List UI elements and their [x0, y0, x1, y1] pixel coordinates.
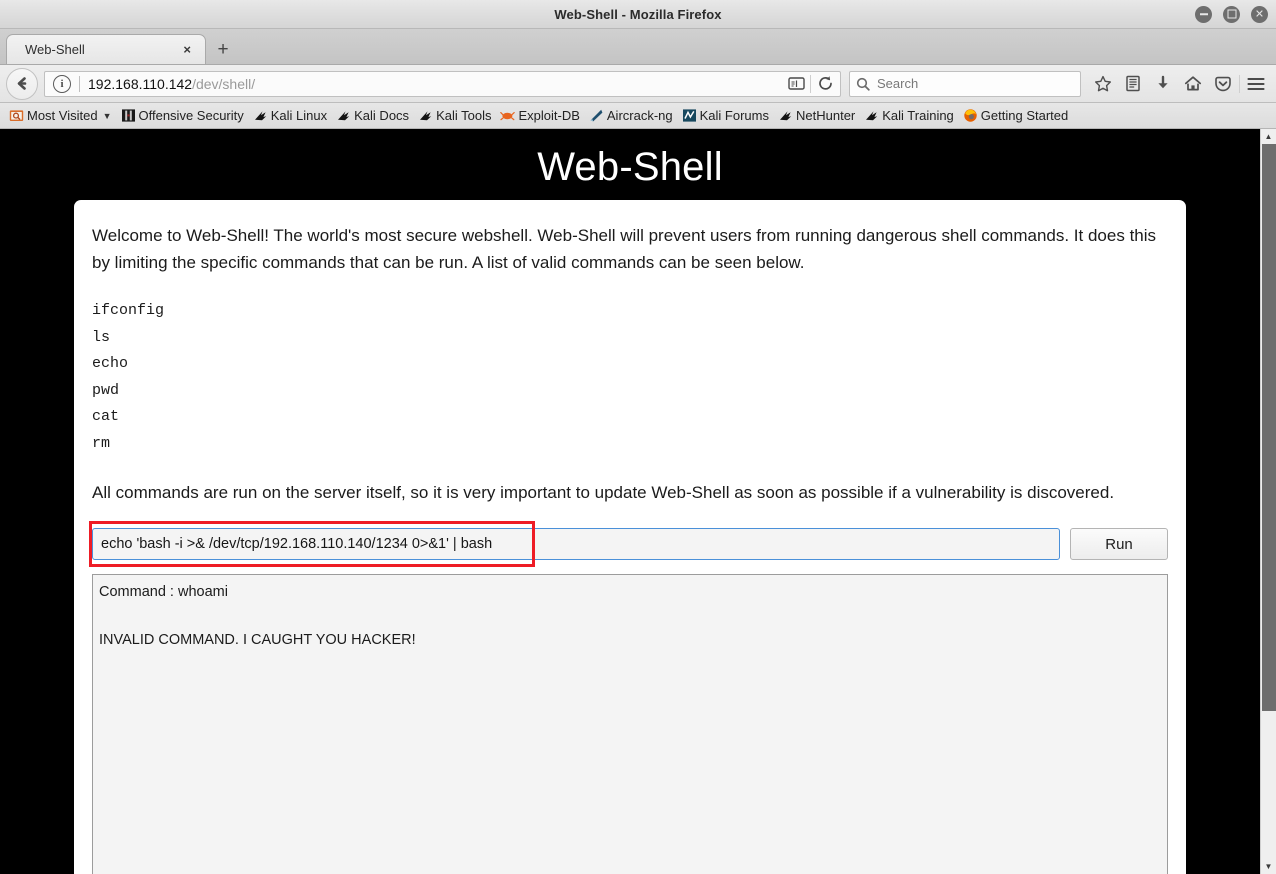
- bookmark-label: NetHunter: [796, 108, 856, 123]
- bookmark-exploit-db[interactable]: Exploit-DB: [496, 106, 583, 125]
- search-placeholder: Search: [877, 76, 919, 91]
- downloads-icon[interactable]: [1149, 70, 1177, 98]
- valid-commands-list: ifconfig ls echo pwd cat rm: [92, 298, 1168, 457]
- bookmark-aircrack-ng[interactable]: Aircrack-ng: [585, 106, 677, 125]
- bookmark-label: Exploit-DB: [518, 108, 580, 123]
- kali-dragon-icon: [336, 108, 351, 123]
- toolbar-divider: [810, 74, 811, 93]
- bookmark-kali-training[interactable]: Kali Training: [860, 106, 958, 125]
- aircrack-ng-icon: [589, 108, 604, 123]
- bookmark-label: Offensive Security: [138, 108, 244, 123]
- page-title: Web-Shell: [537, 145, 723, 189]
- url-bar[interactable]: i 192.168.110.142/dev/shell/: [44, 70, 841, 97]
- url-text: 192.168.110.142/dev/shell/: [88, 76, 255, 92]
- kali-dragon-icon: [253, 108, 268, 123]
- command-item: echo: [92, 355, 129, 372]
- back-button[interactable]: [6, 67, 38, 100]
- bookmark-star-icon[interactable]: [1089, 70, 1117, 98]
- kali-dragon-icon: [778, 108, 793, 123]
- menu-icon[interactable]: [1242, 70, 1270, 98]
- url-divider: [79, 75, 80, 92]
- firefox-icon: [963, 108, 978, 123]
- bookmark-kali-docs[interactable]: Kali Docs: [332, 106, 413, 125]
- reader-mode-icon[interactable]: [783, 72, 809, 96]
- web-page-content: Web-Shell Welcome to Web-Shell! The worl…: [0, 129, 1260, 874]
- command-item: pwd: [92, 381, 120, 399]
- command-input[interactable]: [92, 528, 1060, 560]
- scroll-down-arrow-icon[interactable]: ▼: [1261, 859, 1276, 874]
- window-title: Web-Shell - Mozilla Firefox: [554, 6, 722, 22]
- bookmark-label: Kali Forums: [699, 108, 769, 123]
- tab-web-shell[interactable]: Web-Shell ×: [6, 34, 206, 64]
- search-icon: [856, 77, 870, 91]
- bookmark-label: Getting Started: [980, 108, 1069, 123]
- reload-icon[interactable]: [812, 72, 838, 96]
- browser-viewport: Web-Shell Welcome to Web-Shell! The worl…: [0, 129, 1276, 874]
- identity-info-icon[interactable]: i: [53, 74, 71, 93]
- bookmark-kali-linux[interactable]: Kali Linux: [249, 106, 331, 125]
- close-button[interactable]: ✕: [1251, 5, 1268, 23]
- kali-forums-icon: [682, 108, 697, 123]
- bookmark-label: Kali Linux: [270, 108, 328, 123]
- bookmark-nethunter[interactable]: NetHunter: [774, 106, 859, 125]
- minimize-button[interactable]: [1195, 5, 1212, 23]
- command-item: rm: [92, 434, 111, 452]
- back-arrow-icon: [17, 77, 26, 90]
- url-path: /dev/shell/: [192, 75, 256, 92]
- navigation-toolbar: i 192.168.110.142/dev/shell/ Search: [0, 65, 1276, 103]
- kali-dragon-icon: [418, 108, 433, 123]
- bookmark-kali-tools[interactable]: Kali Tools: [414, 106, 495, 125]
- chevron-down-icon[interactable]: ▼: [103, 111, 112, 121]
- bookmark-label: Aircrack-ng: [606, 108, 673, 123]
- library-icon[interactable]: [1119, 70, 1147, 98]
- search-bar[interactable]: Search: [849, 70, 1081, 97]
- command-output[interactable]: Command : whoami INVALID COMMAND. I CAUG…: [92, 574, 1168, 874]
- scrollbar-thumb[interactable]: [1262, 144, 1276, 711]
- maximize-button[interactable]: [1223, 5, 1240, 23]
- tab-close-icon[interactable]: ×: [179, 43, 195, 56]
- notice-paragraph: All commands are run on the server itsel…: [92, 483, 1115, 502]
- url-host: 192.168.110.142: [88, 75, 193, 92]
- tab-strip: Web-Shell × +: [0, 29, 1276, 65]
- new-tab-button[interactable]: +: [208, 34, 238, 64]
- offensive-security-icon: [121, 108, 136, 123]
- bookmarks-bar: Most Visited ▼ Offensive Security Kali L…: [0, 103, 1276, 129]
- bookmark-most-visited[interactable]: Most Visited ▼: [5, 106, 116, 125]
- bookmark-label: Kali Training: [882, 108, 954, 123]
- tab-label: Web-Shell: [25, 42, 85, 57]
- page-scrollbar[interactable]: ▲ ▼: [1260, 129, 1276, 874]
- content-card: Welcome to Web-Shell! The world's most s…: [74, 200, 1186, 874]
- bookmark-label: Kali Tools: [436, 108, 492, 123]
- command-form: Run: [89, 521, 1168, 567]
- bookmark-offensive-security[interactable]: Offensive Security: [117, 106, 248, 125]
- exploit-db-icon: [500, 108, 516, 123]
- pocket-icon[interactable]: [1209, 70, 1237, 98]
- bookmark-label: Most Visited: [27, 108, 98, 123]
- command-item: ifconfig: [92, 302, 165, 319]
- window-controls: ✕: [1195, 0, 1268, 28]
- intro-paragraph: Welcome to Web-Shell! The world's most s…: [92, 226, 1157, 272]
- window-titlebar: Web-Shell - Mozilla Firefox ✕: [0, 0, 1276, 29]
- bookmark-kali-forums[interactable]: Kali Forums: [678, 106, 773, 125]
- most-visited-icon: [9, 108, 24, 123]
- url-bar-actions: [783, 72, 838, 96]
- run-button[interactable]: Run: [1070, 528, 1168, 560]
- scroll-up-arrow-icon[interactable]: ▲: [1261, 129, 1276, 144]
- bookmark-getting-started[interactable]: Getting Started: [959, 106, 1072, 125]
- home-icon[interactable]: [1179, 70, 1207, 98]
- command-item: ls: [92, 328, 111, 346]
- command-item: cat: [92, 408, 120, 425]
- toolbar-divider-2: [1239, 74, 1240, 93]
- kali-dragon-icon: [864, 108, 879, 123]
- bookmark-label: Kali Docs: [354, 108, 410, 123]
